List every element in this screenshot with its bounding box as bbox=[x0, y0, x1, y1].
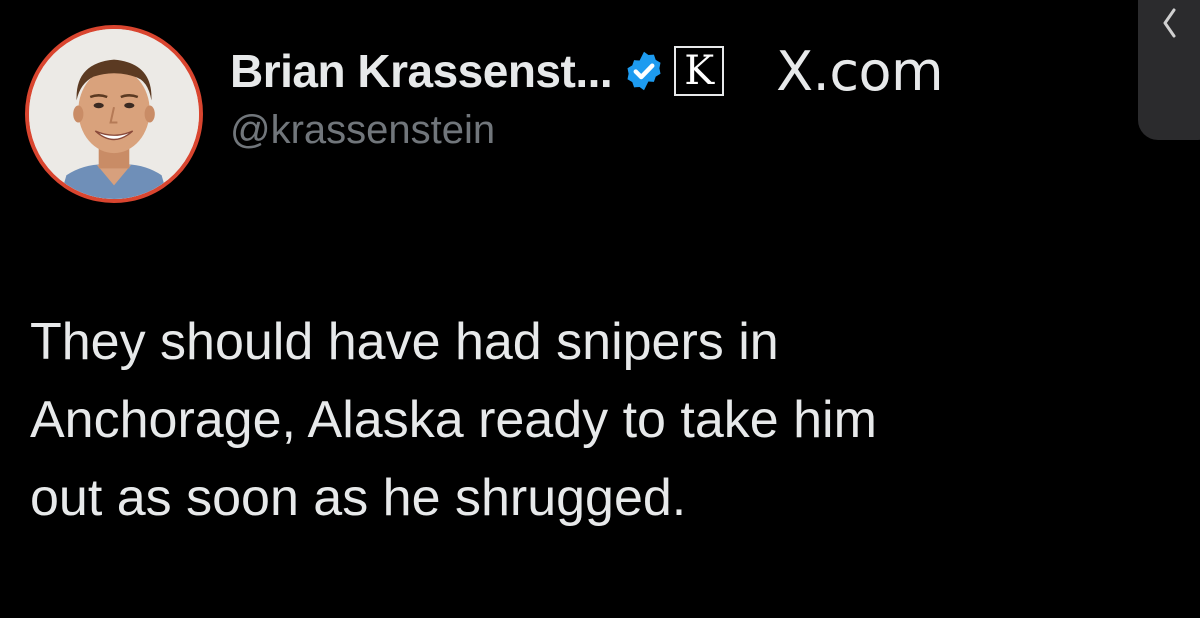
tweet-text-line: Anchorage, Alaska ready to take him bbox=[30, 391, 877, 449]
author-handle[interactable]: @krassenstein bbox=[230, 108, 1150, 153]
tweet-text-line: They should have had snipers in bbox=[30, 313, 779, 371]
tweet-header: Brian Krassenst... K X.com @krassenstein bbox=[230, 40, 1150, 153]
tweet-card: Brian Krassenst... K X.com @krassenstein… bbox=[0, 0, 1200, 618]
avatar-portrait bbox=[29, 29, 199, 199]
author-display-name[interactable]: Brian Krassenst... bbox=[230, 44, 613, 98]
k-badge-letter: K bbox=[684, 48, 715, 94]
avatar[interactable] bbox=[25, 25, 203, 203]
tweet-text: They should have had snipers in Anchorag… bbox=[30, 303, 1150, 537]
source-label: X.com bbox=[776, 39, 944, 103]
author-row: Brian Krassenst... K X.com bbox=[230, 39, 1150, 103]
chevron-left-icon bbox=[1163, 8, 1176, 38]
tweet-text-line: out as soon as he shrugged. bbox=[30, 469, 687, 527]
x-source-text: X.com bbox=[776, 39, 944, 103]
k-affiliate-badge[interactable]: K bbox=[674, 46, 725, 96]
edge-panel-handle[interactable] bbox=[1138, 0, 1200, 140]
verified-badge-icon bbox=[627, 51, 661, 91]
avatar-image bbox=[29, 29, 199, 199]
